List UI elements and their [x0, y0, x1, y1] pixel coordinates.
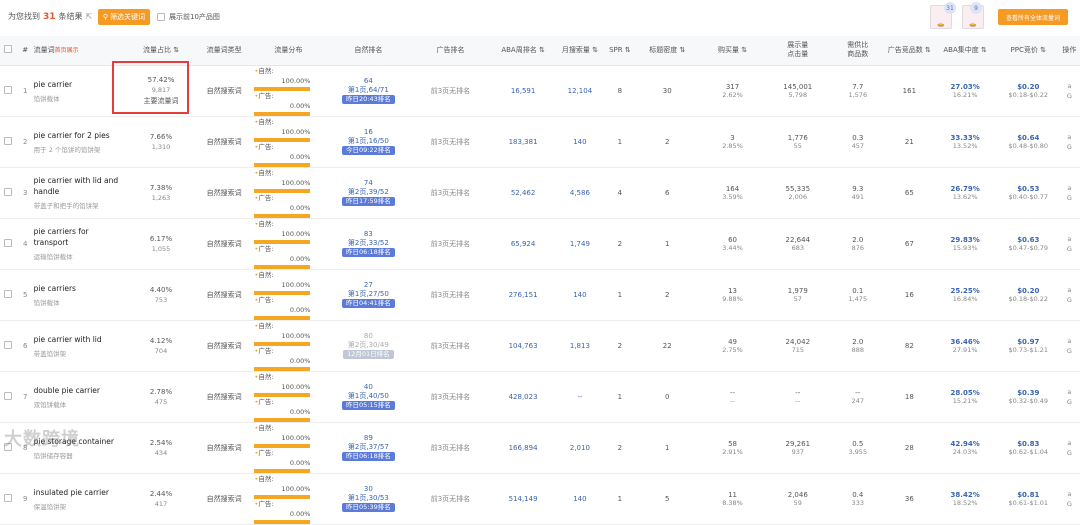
keyword-cell[interactable]: pie carrier with lid 带盖馅饼架 [33, 320, 125, 372]
traffic-share: 4.12% 704 [124, 320, 198, 372]
sort-icon: ⇅ [538, 45, 545, 54]
row-actions[interactable]: aG [1058, 320, 1080, 372]
table-row: 5 pie carriers 馅饼载体 4.40% 753 自然搜索词 •自然:10… [0, 269, 1080, 321]
sort-icon: ⇅ [981, 45, 987, 54]
natural-rank[interactable]: 83 第2页,33/52 昨日06:18排名 [326, 218, 411, 270]
row-actions[interactable]: aG [1058, 422, 1080, 474]
product-badge: 9 [970, 2, 982, 14]
traffic-distribution: •自然:100.00% •广告:0.00% [250, 269, 327, 321]
traffic-share: 4.40% 753 [124, 269, 198, 321]
found-count: 31 [43, 12, 56, 22]
sort-icon: ⇅ [679, 45, 686, 54]
natural-rank[interactable]: 40 第1页,40/50 昨日05:15排名 [326, 371, 411, 423]
table-row: 6 pie carrier with lid 带盖馅饼架 4.12% 704 自然搜… [0, 320, 1080, 372]
keyword-cell[interactable]: pie carrier 馅饼载体 [33, 65, 125, 117]
row-actions[interactable]: aG [1058, 371, 1080, 423]
natural-rank[interactable]: 16 第1页,16/50 今日09:22排名 [326, 116, 411, 168]
sort-icon: ⇅ [741, 45, 748, 54]
traffic-distribution: •自然:100.00% •广告:0.00% [250, 218, 327, 270]
traffic-share: 2.54% 434 [124, 422, 198, 474]
natural-rank[interactable]: 30 第1页,30/53 昨日05:39排名 [326, 473, 411, 525]
table-row: 8 pie storage container 馅饼储存容器 2.54% 434 自… [0, 422, 1080, 474]
table-row: 4 pie carriers for transport 运输馅饼载体 6.17%… [0, 218, 1080, 270]
table-row: 9 insulated pie carrier 保温馅饼架 2.44% 417 自然… [0, 473, 1080, 525]
row-checkbox[interactable] [0, 269, 17, 321]
toolbar: 为您找到 31 条结果 ⇱ ⚲ 筛选关键词 展示前10产品图 🥧 31 🥧 9 查看所有… [0, 0, 1080, 36]
keyword-cell[interactable]: pie carriers for transport 运输馅饼载体 [33, 218, 125, 270]
row-actions[interactable]: aG [1058, 167, 1080, 219]
sort-icon: ⇅ [925, 45, 931, 54]
traffic-distribution: •自然:100.00% •广告:0.00% [250, 422, 327, 474]
row-checkbox[interactable] [0, 320, 17, 372]
table-row: 2 pie carrier for 2 pies 用于 2 个馅饼的馅饼架 7.6… [0, 116, 1080, 168]
row-actions[interactable]: aG [1058, 116, 1080, 168]
keyword-cell[interactable]: pie carrier with lid and handle 带盖子和把手的馅饼… [33, 167, 125, 219]
natural-rank[interactable]: 89 第2页,37/57 昨日06:18排名 [326, 422, 411, 474]
table-row: 7 double pie carrier 双馅饼载体 2.78% 475 自然搜索词… [0, 371, 1080, 423]
select-all[interactable] [0, 36, 17, 66]
table-row: 3 pie carrier with lid and handle 带盖子和把手的… [0, 167, 1080, 219]
filter-icon: ⚲ [102, 13, 109, 21]
keyword-cell[interactable]: pie carriers 馅饼载体 [33, 269, 125, 321]
traffic-distribution: •自然:100.00% •广告:0.00% [250, 371, 327, 423]
sort-icon: ⇅ [1040, 45, 1046, 54]
show-top10-toggle[interactable]: 展示前10产品图 [157, 12, 220, 22]
result-count: 为您找到 31 条结果 ⇱ [8, 11, 92, 22]
sort-icon: ⇅ [173, 45, 180, 54]
traffic-distribution: •自然:100.00% •广告:0.00% [250, 473, 327, 525]
row-actions[interactable]: aG [1058, 65, 1080, 117]
found-prefix: 为您找到 [8, 12, 40, 21]
sort-icon: ⇅ [592, 45, 598, 54]
row-checkbox[interactable] [0, 473, 17, 525]
row-checkbox[interactable] [0, 65, 17, 117]
traffic-distribution: •自然:100.00% •广告:0.00% [250, 320, 327, 372]
traffic-distribution: •自然:100.00% •广告:0.00% [250, 116, 327, 168]
row-checkbox[interactable] [0, 167, 17, 219]
row-checkbox[interactable] [0, 218, 17, 270]
watermark-logo: 大数跨境 [4, 429, 80, 450]
row-checkbox[interactable] [0, 371, 17, 423]
row-actions[interactable]: aG [1058, 269, 1080, 321]
traffic-share: 2.44% 417 [124, 473, 198, 525]
traffic-distribution: •自然:100.00% •广告:0.00% [250, 167, 327, 219]
highlight-box [112, 61, 189, 114]
sort-icon: ⇅ [624, 45, 631, 54]
keyword-cell[interactable]: double pie carrier 双馅饼载体 [33, 371, 125, 423]
found-suffix: 条结果 [58, 12, 83, 21]
natural-rank[interactable]: 74 第2页,39/52 昨日17:59排名 [326, 167, 411, 219]
natural-rank[interactable]: 27 第1页,27/50 昨日04:41排名 [326, 269, 411, 321]
natural-rank[interactable]: 64 第1页,64/71 昨日20:43排名 [326, 65, 411, 117]
row-actions[interactable]: aG [1058, 473, 1080, 525]
keyword-cell[interactable]: insulated pie carrier 保温馅饼架 [33, 473, 125, 525]
keyword-cell[interactable]: pie carrier for 2 pies 用于 2 个馅饼的馅饼架 [33, 116, 125, 168]
filter-keywords-button[interactable]: ⚲ 筛选关键词 [98, 9, 150, 25]
natural-rank[interactable]: 80 第2页,30/49 12月01日排名 [326, 320, 411, 372]
product-badge: 31 [944, 2, 956, 14]
traffic-distribution: •自然:100.00% •广告:0.00% [250, 65, 327, 117]
export-icon[interactable]: ⇱ [86, 12, 93, 21]
view-all-keywords-button[interactable]: 查看所有全体流量词 [998, 9, 1068, 25]
checkbox[interactable] [157, 13, 165, 21]
traffic-share: 7.38% 1,263 [124, 167, 198, 219]
row-actions[interactable]: aG [1058, 218, 1080, 270]
traffic-share: 2.78% 475 [124, 371, 198, 423]
traffic-share: 6.17% 1,055 [124, 218, 198, 270]
traffic-share: 7.66% 1,310 [124, 116, 198, 168]
row-checkbox[interactable] [0, 116, 17, 168]
